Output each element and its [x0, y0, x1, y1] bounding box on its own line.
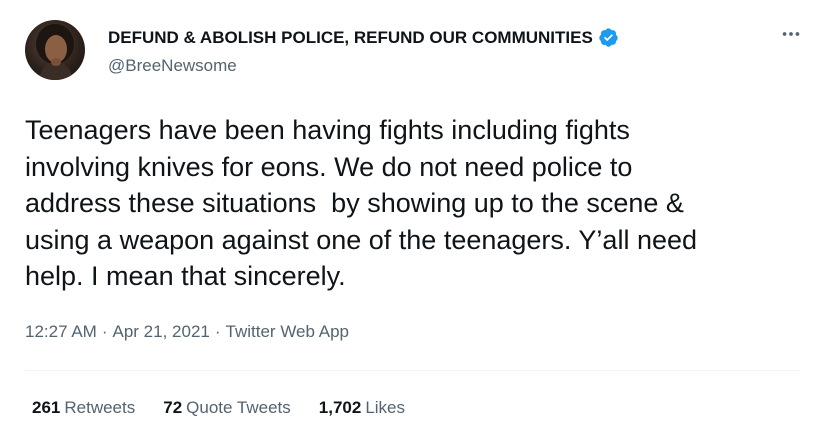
retweets-label: Retweets	[64, 398, 136, 417]
engagement-stats: 261 Retweets 72 Quote Tweets 1,702 Likes	[32, 398, 405, 418]
more-horizontal-icon[interactable]	[778, 23, 804, 49]
likes-stat[interactable]: 1,702 Likes	[319, 398, 405, 418]
likes-label: Likes	[365, 398, 405, 417]
meta-separator: ·	[101, 322, 108, 341]
tweet-time[interactable]: 12:27 AM	[25, 322, 97, 342]
verified-badge-icon	[598, 27, 619, 48]
tweet-card: DEFUND & ABOLISH POLICE, REFUND OUR COMM…	[0, 0, 818, 438]
divider	[25, 370, 800, 371]
likes-count: 1,702	[318, 398, 362, 417]
tweet-source[interactable]: Twitter Web App	[226, 322, 349, 342]
quote-tweets-label: Quote Tweets	[186, 398, 291, 417]
quote-tweets-count: 72	[163, 398, 183, 417]
quote-tweets-stat[interactable]: 72 Quote Tweets	[163, 398, 291, 418]
author-handle[interactable]: @BreeNewsome	[108, 56, 237, 76]
tweet-text: Teenagers have been having fights includ…	[25, 115, 698, 291]
author-name-row[interactable]: DEFUND & ABOLISH POLICE, REFUND OUR COMM…	[108, 27, 619, 48]
tweet-metadata: 12:27 AM · Apr 21, 2021 · Twitter Web Ap…	[25, 322, 349, 342]
meta-separator: ·	[214, 322, 221, 341]
tweet-date[interactable]: Apr 21, 2021	[113, 322, 210, 342]
author-display-name[interactable]: DEFUND & ABOLISH POLICE, REFUND OUR COMM…	[108, 28, 593, 48]
avatar[interactable]	[25, 20, 85, 80]
retweets-stat[interactable]: 261 Retweets	[32, 398, 135, 418]
retweets-count: 261	[32, 398, 61, 417]
